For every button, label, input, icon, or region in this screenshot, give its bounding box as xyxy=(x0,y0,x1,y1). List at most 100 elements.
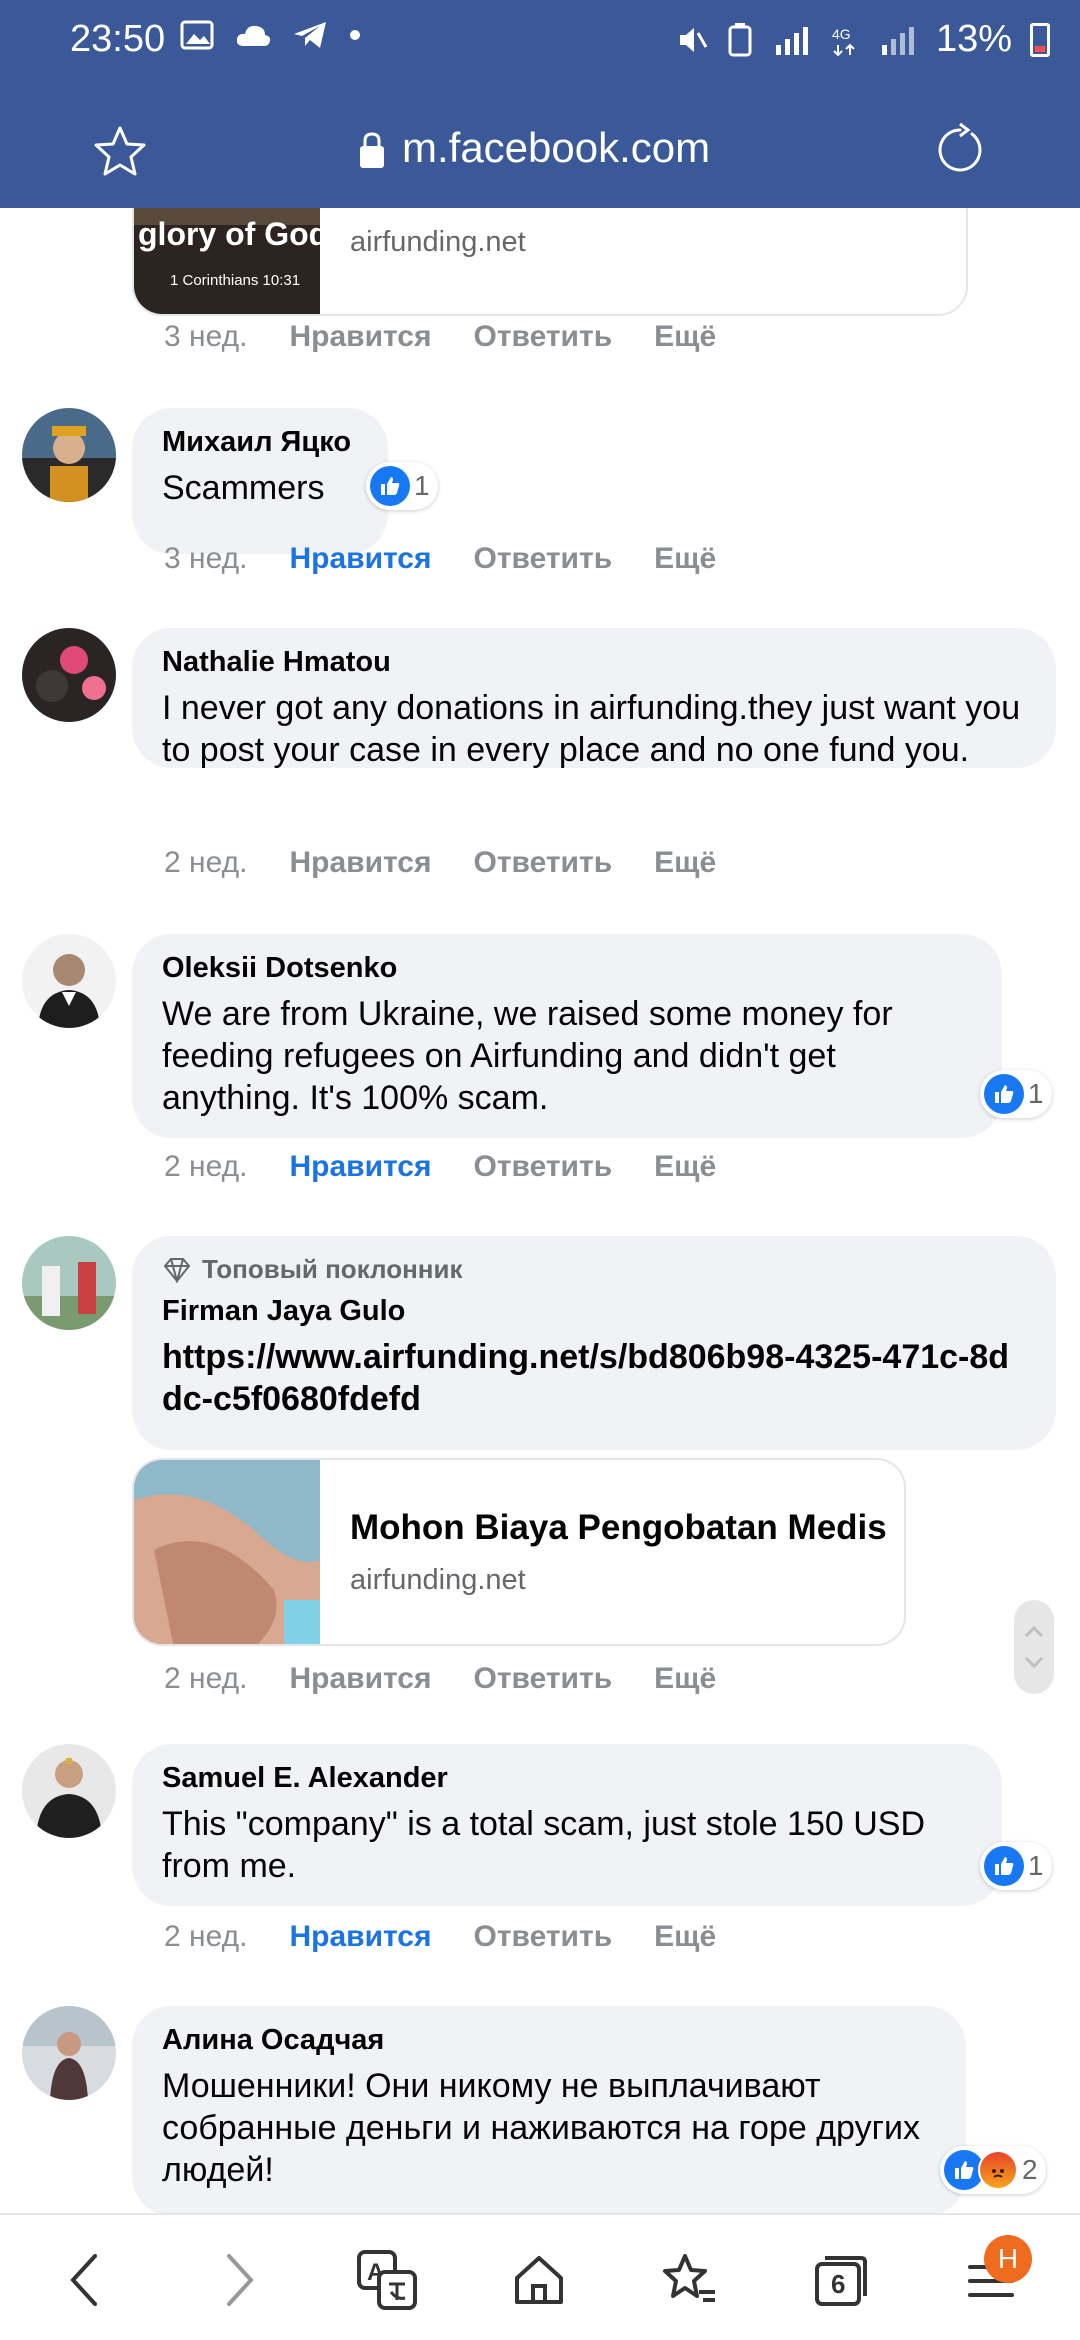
more-button[interactable]: Ещё xyxy=(654,1150,716,1184)
reaction-count[interactable]: 1 xyxy=(980,1842,1052,1890)
dot-icon xyxy=(350,30,360,40)
signal-2-icon xyxy=(881,26,914,55)
avatar[interactable] xyxy=(22,1744,116,1838)
bookmarks-button[interactable] xyxy=(654,2245,724,2315)
more-button[interactable]: Ещё xyxy=(654,1662,716,1696)
like-button[interactable]: Нравится xyxy=(289,1150,431,1184)
commenter-name[interactable]: Алина Осадчая xyxy=(162,2024,936,2057)
profile-badge[interactable]: H xyxy=(984,2235,1032,2283)
comment-text: I never got any donations in airfunding.… xyxy=(162,689,1021,769)
cloud-icon xyxy=(236,25,271,46)
preview-image-caption: 1 Corinthians 10:31 xyxy=(170,272,301,289)
avatar[interactable] xyxy=(22,408,116,502)
tabs-button[interactable]: 6 xyxy=(806,2245,876,2315)
browser-bottom-nav: A 6 H xyxy=(0,2213,1080,2340)
battery-saver-icon xyxy=(728,22,752,56)
comment-link[interactable]: https://www.airfunding.net/s/bd806b98-43… xyxy=(162,1336,1026,1420)
avatar[interactable] xyxy=(22,628,116,722)
commenter-name[interactable]: Oleksii Dotsenko xyxy=(162,952,972,985)
avatar[interactable] xyxy=(22,1236,116,1330)
status-bar: 23:50 4G 13% xyxy=(0,0,1080,80)
comment-actions: 2 нед. Нравится Ответить Ещё xyxy=(164,1662,717,1696)
reply-button[interactable]: Ответить xyxy=(474,320,613,354)
url-bar[interactable]: m.facebook.com xyxy=(0,100,1080,200)
reply-button[interactable]: Ответить xyxy=(474,542,613,576)
preview-domain: airfunding.net xyxy=(350,1564,526,1596)
signal-icon xyxy=(775,26,808,55)
lock-icon xyxy=(360,132,384,168)
forward-arrow-icon xyxy=(227,2254,254,2306)
comment-bubble: Михаил Яцко Scammers xyxy=(132,408,388,554)
commenter-name[interactable]: Samuel E. Alexander xyxy=(162,1762,972,1795)
back-arrow-icon xyxy=(70,2254,97,2306)
bookmarks-star-icon xyxy=(663,2254,715,2302)
reload-icon[interactable] xyxy=(930,120,990,180)
like-reaction-icon xyxy=(984,1074,1024,1114)
reply-button[interactable]: Ответить xyxy=(474,846,613,880)
comment-actions: 3 нед. Нравится Ответить Ещё xyxy=(164,542,717,576)
gallery-icon xyxy=(180,20,214,50)
preview-image-text: glory of God xyxy=(138,216,329,252)
angry-reaction-icon xyxy=(978,2150,1018,2190)
home-button[interactable] xyxy=(504,2245,574,2315)
like-button[interactable]: Нравится xyxy=(289,320,431,354)
avatar[interactable] xyxy=(22,2006,116,2100)
like-button[interactable]: Нравится xyxy=(289,1920,431,1954)
comment-bubble: Oleksii Dotsenko We are from Ukraine, we… xyxy=(132,934,1002,1138)
like-reaction-icon xyxy=(370,466,410,506)
top-fan-badge: Топовый поклонник xyxy=(162,1254,1026,1285)
mute-icon xyxy=(679,27,708,52)
back-button[interactable] xyxy=(50,2245,120,2315)
avatar[interactable] xyxy=(22,934,116,1028)
commenter-name[interactable]: Firman Jaya Gulo xyxy=(162,1295,1026,1328)
battery-icon xyxy=(1030,22,1050,57)
more-button[interactable]: Ещё xyxy=(654,542,716,576)
comment-actions: 2 нед. Нравится Ответить Ещё xyxy=(164,1150,717,1184)
battery-percent: 13% xyxy=(935,18,1012,60)
svg-text:4G: 4G xyxy=(832,26,851,42)
link-preview-top[interactable]: glory of God 1 Corinthians 10:31 airfund… xyxy=(132,208,968,316)
reaction-count[interactable]: 1 xyxy=(366,462,438,510)
scroll-handle[interactable] xyxy=(1014,1600,1054,1694)
status-time: 23:50 xyxy=(70,18,166,60)
comment-bubble: Samuel E. Alexander This "company" is a … xyxy=(132,1744,1002,1906)
comment-text: This "company" is a total scam, just sto… xyxy=(162,1805,925,1885)
reply-button[interactable]: Ответить xyxy=(474,1920,613,1954)
comment-actions: 2 нед. Нравится Ответить Ещё xyxy=(164,1920,717,1954)
more-button[interactable]: Ещё xyxy=(654,846,716,880)
link-preview[interactable]: Mohon Biaya Pengobatan Medis airfunding.… xyxy=(132,1458,906,1646)
lte-icon: 4G xyxy=(832,26,855,56)
reaction-count[interactable]: 2 xyxy=(940,2146,1046,2194)
comments-feed[interactable]: glory of God 1 Corinthians 10:31 airfund… xyxy=(0,208,1080,2213)
comment-text: We are from Ukraine, we raised some mone… xyxy=(162,995,893,1117)
bookmark-star-icon[interactable] xyxy=(90,122,150,182)
home-icon xyxy=(515,2256,563,2304)
commenter-name[interactable]: Михаил Яцко xyxy=(162,426,358,459)
preview-title: Mohon Biaya Pengobatan Medis xyxy=(350,1508,887,1547)
reaction-count[interactable]: 1 xyxy=(980,1070,1052,1118)
tabs-count: 6 xyxy=(831,2269,846,2299)
browser-header: 23:50 4G 13% m.facebook.com xyxy=(0,0,1080,208)
telegram-icon xyxy=(294,22,326,48)
like-button[interactable]: Нравится xyxy=(289,846,431,880)
more-button[interactable]: Ещё xyxy=(654,320,716,354)
reply-button[interactable]: Ответить xyxy=(474,1662,613,1696)
like-button[interactable]: Нравится xyxy=(289,542,431,576)
forward-button[interactable] xyxy=(204,2245,274,2315)
translate-icon: A xyxy=(357,2250,417,2310)
comment-text: Scammers xyxy=(162,469,325,507)
comment-actions: 3 нед. Нравится Ответить Ещё xyxy=(164,320,717,354)
comment-bubble: Nathalie Hmatou I never got any donation… xyxy=(132,628,1056,769)
comment-text: Мошенники! Они никому не выплачивают соб… xyxy=(162,2067,920,2189)
like-button[interactable]: Нравится xyxy=(289,1662,431,1696)
commenter-name[interactable]: Nathalie Hmatou xyxy=(162,646,1026,679)
translate-button[interactable]: A xyxy=(352,2245,422,2315)
reply-button[interactable]: Ответить xyxy=(474,1150,613,1184)
comment-actions: 2 нед. Нравится Ответить Ещё xyxy=(164,846,717,880)
url-text[interactable]: m.facebook.com xyxy=(402,124,710,172)
diamond-icon xyxy=(163,1257,191,1283)
preview-thumbnail xyxy=(134,1460,320,1644)
more-button[interactable]: Ещё xyxy=(654,1920,716,1954)
comment-bubble: Алина Осадчая Мошенники! Они никому не в… xyxy=(132,2006,966,2213)
comment-bubble: Топовый поклонник Firman Jaya Gulo https… xyxy=(132,1236,1056,1450)
